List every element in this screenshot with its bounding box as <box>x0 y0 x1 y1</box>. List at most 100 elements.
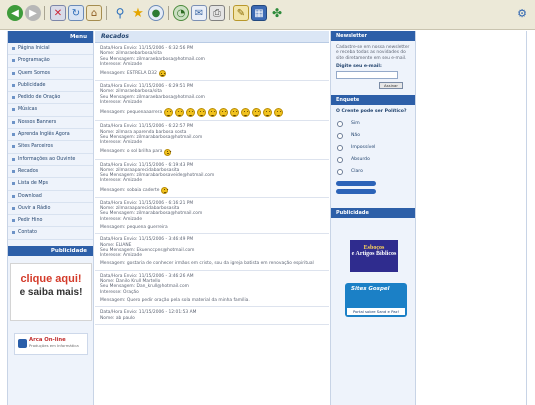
bullet-icon <box>12 133 15 137</box>
sidebar-item[interactable]: Informações ao Ouvinte <box>8 154 93 166</box>
radio-icon[interactable] <box>337 133 343 140</box>
bullet-icon <box>12 194 15 198</box>
sites-gospel-banner[interactable]: Sites Gospel Portal sobre Sand e Paz! <box>345 283 407 318</box>
edit-icon[interactable]: ✎ <box>233 5 249 21</box>
sidebar-item[interactable]: Sites Parceiros <box>8 141 93 154</box>
message-body: Mensagem: pequenaaarrera <box>100 108 324 118</box>
sidebar-item[interactable]: Lista de Mps <box>8 178 93 191</box>
media-icon[interactable]: ● <box>148 5 164 21</box>
message-text: Mensagem: ESTRELA D32 <box>100 71 157 77</box>
sidebar-item-label: Recados <box>18 168 39 174</box>
history-icon[interactable]: ◔ <box>173 5 189 21</box>
vote-button[interactable] <box>336 181 376 187</box>
sidebar-item-label: Informações ao Ouvinte <box>18 156 76 162</box>
messenger-icon[interactable]: ✤ <box>269 5 285 21</box>
message-item: Data/Hora Envio: 11/15/2006 - 6:22:57 PM… <box>95 121 329 160</box>
message-interest: Interesse: Oração <box>100 289 139 295</box>
message-body: Mensagem: sobaia caderte <box>100 186 324 194</box>
email-input[interactable] <box>336 70 398 79</box>
message-name: Nome: ab paulo <box>100 315 135 321</box>
message-interest: Interesse: Amizade <box>100 61 143 67</box>
sidebar-item[interactable]: Publicidade <box>8 80 93 93</box>
poll-option[interactable]: Sim <box>331 118 415 130</box>
sidebar-item-label: Pedir Hino <box>18 218 43 224</box>
stop-icon[interactable]: ✕ <box>50 5 66 21</box>
favorites-icon[interactable]: ★ <box>130 5 146 21</box>
publicidade-header-right: Publicidade <box>331 208 415 219</box>
sidebar-item[interactable]: Nossos Banners <box>8 117 93 130</box>
sidebar-item[interactable]: Músicas <box>8 104 93 117</box>
toolbar-separator <box>44 6 45 20</box>
sidebar-item-label: Pedido de Oração <box>18 95 61 101</box>
message-text: Mensagem: sobaia caderte <box>100 187 160 193</box>
message-text: Mensagem: gostaria de conhecer irmãos em… <box>100 261 314 267</box>
poll-option[interactable]: Não <box>331 130 415 142</box>
sidebar-item[interactable]: Programação <box>8 55 93 68</box>
right-sidebar: Newsletter Cadastre-se em nossa newslett… <box>330 31 416 405</box>
print-icon[interactable]: ⎙ <box>209 5 225 21</box>
poll-header: Enquete <box>331 94 415 105</box>
smiley-icon <box>197 108 207 118</box>
folder-icon[interactable]: ▦ <box>251 5 267 21</box>
radio-icon[interactable] <box>337 157 343 164</box>
refresh-icon[interactable]: ↻ <box>68 5 84 21</box>
message-interest: Interesse: Amizade <box>100 140 143 146</box>
message-body: Mensagem: Quero pedir oração pela sola m… <box>100 298 324 303</box>
sidebar-item[interactable]: Página Inicial <box>8 43 93 56</box>
toolbar-separator <box>168 6 169 20</box>
sidebar-item[interactable]: Contato <box>8 227 93 240</box>
radio-icon[interactable] <box>337 121 343 128</box>
message-item: Data/Hora Envio: 11/15/2006 - 6:29:51 PM… <box>95 81 329 122</box>
poll-option[interactable]: Impossível <box>331 142 415 154</box>
poll-option[interactable]: Claro <box>331 166 415 178</box>
bullet-icon <box>12 96 15 100</box>
sidebar-item-label: Lista de Mps <box>18 181 49 187</box>
main-content: Recados Data/Hora Envio: 11/15/2006 - 6:… <box>95 31 329 405</box>
left-sidebar: Menu Página Inicial Programação Quem Somos… <box>8 31 94 405</box>
sidebar-item[interactable]: Recados <box>8 166 93 179</box>
clique-aqui-banner[interactable]: clique aqui! e saiba mais! <box>10 263 92 321</box>
results-button[interactable] <box>336 189 376 195</box>
sidebar-item[interactable]: Pedir Hino <box>8 215 93 228</box>
sidebar-item-label: Contato <box>18 230 37 236</box>
message-text: Mensagem: pequenaaarrera <box>100 110 163 116</box>
home-icon[interactable]: ⌂ <box>86 5 102 21</box>
smiley-icon <box>158 70 166 78</box>
smiley-icon <box>252 108 262 118</box>
search-icon[interactable]: ⚲ <box>112 5 128 21</box>
mail-icon[interactable]: ✉ <box>191 5 207 21</box>
arca-logo <box>18 339 27 348</box>
arca-subtitle: Produções em Informática <box>29 343 79 348</box>
smiley-icon <box>241 108 251 118</box>
newsletter-text: Cadastre-se em nossa newsletter e receba… <box>336 45 410 61</box>
sidebar-item-label: Download <box>18 193 42 199</box>
arca-online-banner[interactable]: Arca On-line Produções em Informática <box>14 333 88 355</box>
smiley-icon <box>161 186 169 194</box>
sidebar-item-label: Músicas <box>18 107 38 113</box>
tools-icon[interactable]: ⚙ <box>512 5 532 21</box>
smiley-icon <box>175 108 185 118</box>
message-body: Mensagem: pequena guerreira <box>100 225 324 230</box>
message-body: Mensagem: ESTRELA D32 <box>100 70 324 78</box>
sidebar-item[interactable]: Download <box>8 191 93 203</box>
sidebar-item[interactable]: Pedido de Oração <box>8 92 93 105</box>
sidebar-item[interactable]: Quem Somos <box>8 68 93 80</box>
bullet-icon <box>12 231 15 235</box>
smiley-icon <box>186 108 196 118</box>
smiley-icon <box>230 108 240 118</box>
sidebar-item[interactable]: Ouvir a Rádio <box>8 203 93 216</box>
message-item: Data/Hora Envio: 11/15/2006 - 6:19:43 PM… <box>95 160 329 198</box>
sidebar-item[interactable]: Aprenda Inglês Agora <box>8 129 93 142</box>
poll-option[interactable]: Absurdo <box>331 154 415 166</box>
subscribe-button[interactable]: Assinar <box>379 81 403 89</box>
browser-toolbar: ◀ ▶ ✕ ↻ ⌂ ⚲ ★ ● ◔ ✉ ⎙ ✎ ▦ ✤ ⚙ <box>0 0 535 30</box>
back-icon[interactable]: ◀ <box>7 5 23 21</box>
esbocos-artigos-banner[interactable]: Esboços e Artigos Bíblicos <box>350 240 398 273</box>
radio-icon[interactable] <box>337 145 343 152</box>
forward-icon[interactable]: ▶ <box>25 5 41 21</box>
bullet-icon <box>12 120 15 124</box>
radio-icon[interactable] <box>337 169 343 176</box>
sidebar-item-label: Quem Somos <box>18 70 51 76</box>
email-label: Digite seu e-mail: <box>336 63 382 69</box>
message-interest: Interesse: Amizade <box>100 253 143 259</box>
